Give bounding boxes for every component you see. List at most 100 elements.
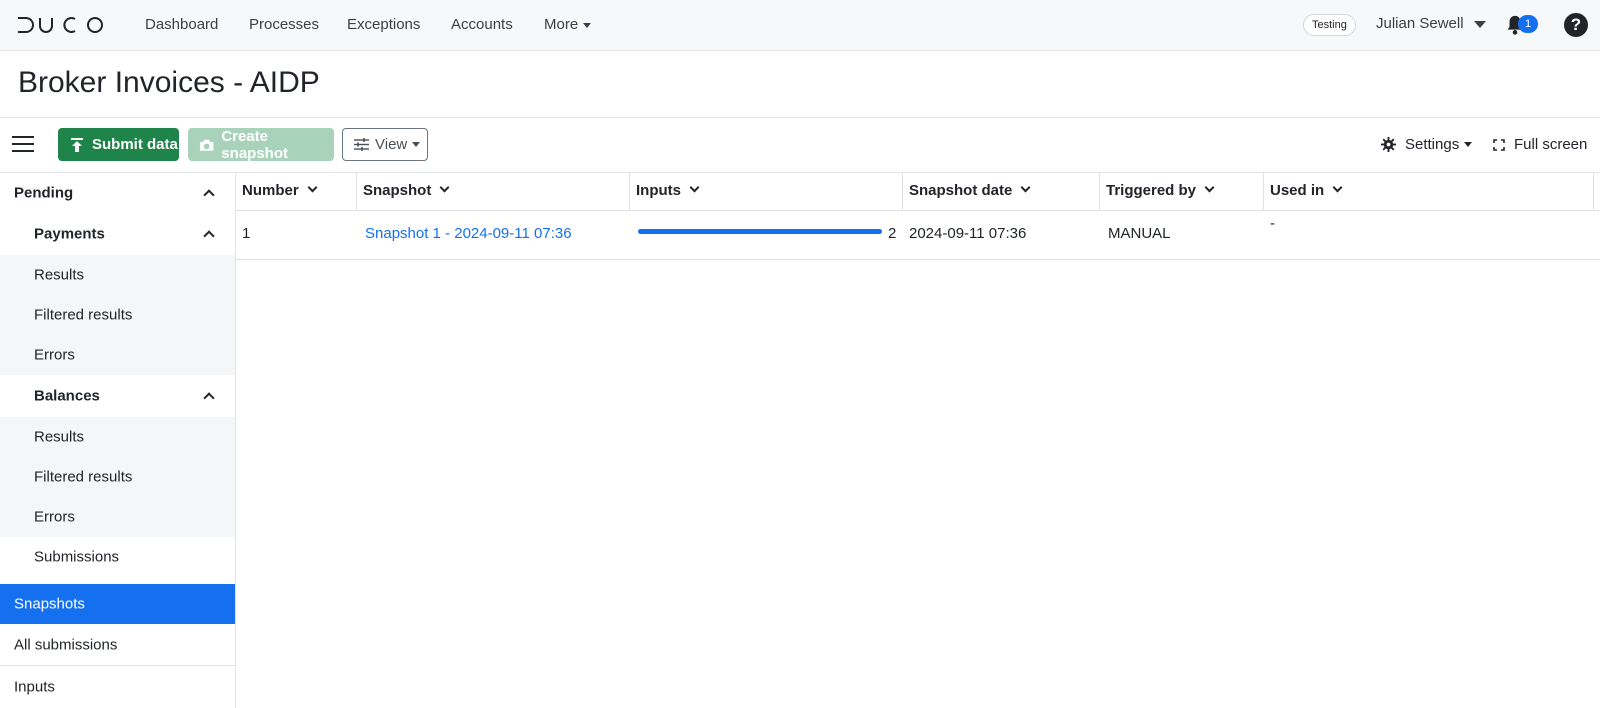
chevron-up-icon bbox=[203, 189, 215, 201]
sidebar-item-label: Submissions bbox=[34, 548, 120, 566]
divider bbox=[0, 117, 1600, 118]
sidebar-item-inputs[interactable]: Inputs bbox=[0, 666, 235, 708]
settings-label: Settings bbox=[1405, 136, 1460, 153]
chevron-down-icon bbox=[1020, 182, 1031, 193]
cell-used-in: - bbox=[1264, 211, 1594, 259]
cell-value: MANUAL bbox=[1108, 225, 1171, 242]
nav-exceptions[interactable]: Exceptions bbox=[347, 16, 420, 33]
column-header-triggered-by[interactable]: Triggered by bbox=[1100, 173, 1264, 211]
sidebar-item-label: Errors bbox=[34, 508, 75, 526]
submit-data-label: Submit data bbox=[92, 136, 178, 153]
column-header-label: Triggered by bbox=[1106, 182, 1197, 199]
sidebar: Pending Payments Results Filtered result… bbox=[0, 173, 236, 708]
sidebar-group-label: Payments bbox=[34, 225, 105, 243]
nav-accounts[interactable]: Accounts bbox=[451, 16, 513, 33]
duco-logo[interactable] bbox=[16, 13, 106, 37]
chevron-up-icon bbox=[203, 230, 215, 242]
cell-value: 1 bbox=[242, 225, 251, 242]
user-name: Julian Sewell bbox=[1376, 15, 1464, 32]
sidebar-group-balances[interactable]: Balances bbox=[0, 375, 235, 417]
sidebar-section-pending[interactable]: Pending bbox=[0, 173, 235, 213]
caret-down-icon bbox=[583, 22, 592, 28]
column-header-used-in[interactable]: Used in bbox=[1264, 173, 1594, 211]
nav-dashboard[interactable]: Dashboard bbox=[145, 16, 218, 33]
top-nav: Dashboard Processes Exceptions Accounts … bbox=[0, 0, 1600, 51]
column-header-label: Used in bbox=[1270, 182, 1325, 199]
column-header-snapshot-date[interactable]: Snapshot date bbox=[903, 173, 1100, 211]
column-header-inputs[interactable]: Inputs bbox=[630, 173, 903, 211]
sidebar-item-balances-errors[interactable]: Errors bbox=[0, 497, 235, 537]
sidebar-item-label: Filtered results bbox=[34, 306, 133, 324]
chevron-up-icon bbox=[203, 392, 215, 404]
notification-count-badge: 1 bbox=[1518, 15, 1538, 33]
caret-down-icon bbox=[1464, 142, 1473, 147]
help-icon[interactable]: ? bbox=[1564, 13, 1588, 37]
view-button[interactable]: View bbox=[342, 128, 428, 161]
logo-mark bbox=[18, 17, 103, 33]
create-snapshot-label: Create snapshot bbox=[221, 127, 289, 162]
sliders-icon bbox=[354, 138, 369, 151]
sidebar-item-balances-results[interactable]: Results bbox=[0, 417, 235, 457]
cell-snapshot: Snapshot 1 - 2024-09-11 07:36 bbox=[357, 211, 630, 259]
submit-data-button[interactable]: Submit data bbox=[58, 128, 179, 161]
sidebar-group-label: Balances bbox=[34, 387, 100, 405]
sidebar-item-label: Inputs bbox=[14, 678, 55, 696]
nav-processes[interactable]: Processes bbox=[249, 16, 319, 33]
snapshot-link[interactable]: Snapshot 1 - 2024-09-11 07:36 bbox=[365, 225, 572, 242]
sidebar-item-label: Filtered results bbox=[34, 468, 133, 486]
sidebar-item-snapshots[interactable]: Snapshots bbox=[0, 584, 235, 624]
sidebar-item-label: Results bbox=[34, 428, 85, 446]
page-title: Broker Invoices - AIDP bbox=[18, 66, 320, 99]
camera-icon bbox=[199, 139, 214, 151]
full-screen-button[interactable]: Full screen bbox=[1493, 136, 1587, 153]
sidebar-item-all-submissions[interactable]: All submissions bbox=[0, 624, 235, 665]
column-header-label: Number bbox=[242, 182, 299, 199]
cell-value: 2024-09-11 07:36 bbox=[909, 225, 1027, 242]
expand-icon bbox=[1493, 138, 1505, 151]
environment-badge: Testing bbox=[1303, 14, 1356, 36]
create-snapshot-button[interactable]: Create snapshot bbox=[188, 127, 334, 162]
cell-triggered-by: MANUAL bbox=[1100, 211, 1264, 259]
settings-menu[interactable]: Settings bbox=[1381, 136, 1473, 153]
column-header-label: Inputs bbox=[636, 182, 681, 199]
sidebar-group-payments[interactable]: Payments bbox=[0, 213, 235, 255]
cell-snapshot-date: 2024-09-11 07:36 bbox=[903, 211, 1100, 259]
column-header-number[interactable]: Number bbox=[236, 173, 357, 211]
sidebar-item-payments-filtered-results[interactable]: Filtered results bbox=[0, 295, 235, 335]
sidebar-item-submissions[interactable]: Submissions bbox=[0, 537, 235, 577]
chevron-down-icon bbox=[439, 182, 450, 193]
chevron-down-icon bbox=[1332, 182, 1343, 193]
view-label: View bbox=[375, 136, 408, 153]
caret-down-icon bbox=[412, 142, 421, 147]
sidebar-item-label: Snapshots bbox=[14, 595, 85, 613]
column-header-snapshot[interactable]: Snapshot bbox=[357, 173, 630, 211]
inputs-count: 2 bbox=[888, 225, 897, 242]
cell-inputs: 2 bbox=[630, 211, 903, 259]
sidebar-item-payments-errors[interactable]: Errors bbox=[0, 335, 235, 375]
sidebar-item-label: Results bbox=[34, 266, 85, 284]
nav-more-label: More bbox=[544, 16, 579, 33]
table-row: 1 Snapshot 1 - 2024-09-11 07:36 2 2024-0… bbox=[236, 211, 1600, 260]
column-header-label: Snapshot date bbox=[909, 182, 1013, 199]
sidebar-section-label: Pending bbox=[14, 184, 74, 202]
upload-icon bbox=[71, 137, 83, 152]
column-header-label: Snapshot bbox=[363, 182, 432, 199]
chevron-down-icon bbox=[307, 182, 318, 193]
hamburger-icon[interactable] bbox=[12, 136, 34, 152]
gear-icon bbox=[1381, 137, 1396, 152]
full-screen-label: Full screen bbox=[1514, 136, 1588, 153]
progress-fill bbox=[638, 229, 882, 234]
sidebar-item-label: All submissions bbox=[14, 636, 118, 653]
chevron-down-icon bbox=[689, 182, 700, 193]
chevron-down-icon bbox=[1204, 182, 1215, 193]
cell-number: 1 bbox=[236, 211, 357, 259]
sidebar-item-payments-results[interactable]: Results bbox=[0, 255, 235, 295]
sidebar-item-balances-filtered-results[interactable]: Filtered results bbox=[0, 457, 235, 497]
sidebar-item-label: Errors bbox=[34, 346, 75, 364]
caret-down-icon bbox=[1473, 20, 1486, 28]
cell-value: - bbox=[1270, 215, 1275, 232]
inputs-progress-bar bbox=[638, 229, 882, 234]
nav-more[interactable]: More bbox=[544, 16, 592, 33]
table-header: Number Snapshot Inputs Snapshot date Tri… bbox=[236, 173, 1600, 211]
user-menu[interactable]: Julian Sewell bbox=[1376, 15, 1486, 32]
